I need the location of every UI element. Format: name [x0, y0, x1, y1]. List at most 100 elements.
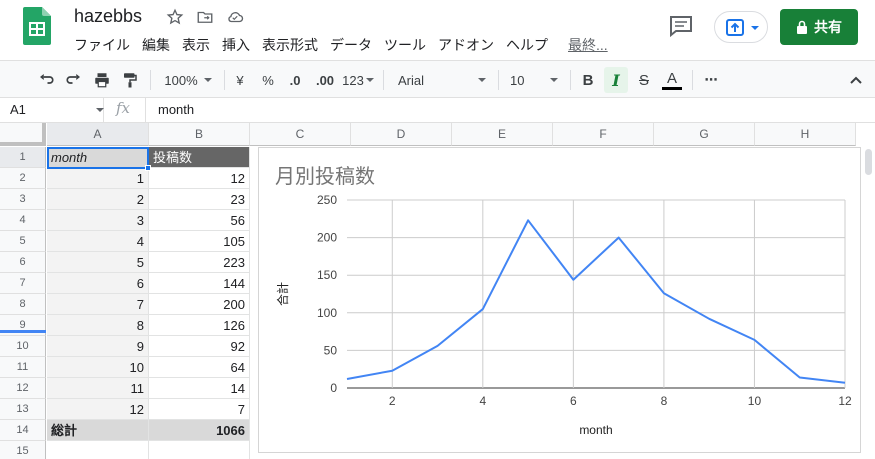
cell-a10[interactable]: 9	[47, 336, 149, 357]
frozen-row-divider[interactable]	[0, 330, 46, 333]
menu-edit[interactable]: 編集	[136, 35, 176, 55]
row-header-11[interactable]: 11	[0, 357, 46, 378]
cell-b8[interactable]: 200	[149, 294, 250, 315]
cloud-saved-icon[interactable]	[226, 8, 244, 26]
row-header-13[interactable]: 13	[0, 399, 46, 420]
row-header-1[interactable]: 1	[0, 147, 46, 168]
menu-view[interactable]: 表示	[176, 35, 216, 55]
cell-a15[interactable]	[47, 441, 149, 459]
row-header-3[interactable]: 3	[0, 189, 46, 210]
column-header-h[interactable]: H	[755, 123, 856, 146]
cell-b3[interactable]: 23	[149, 189, 250, 210]
move-folder-icon[interactable]	[196, 8, 214, 26]
cell-a9[interactable]: 8	[47, 315, 149, 336]
cell-a11[interactable]: 10	[47, 357, 149, 378]
font-family-select[interactable]: Arial	[392, 67, 492, 93]
sheets-logo-icon[interactable]	[23, 7, 51, 45]
share-button[interactable]: 共有	[780, 9, 858, 45]
formula-input[interactable]: month	[145, 98, 875, 122]
last-edit-link[interactable]: 最終...	[554, 35, 614, 55]
menu-format[interactable]: 表示形式	[256, 35, 324, 55]
zoom-select[interactable]: 100%	[158, 67, 218, 93]
menu-insert[interactable]: 挿入	[216, 35, 256, 55]
column-header-c[interactable]: C	[250, 123, 351, 146]
column-header-d[interactable]: D	[351, 123, 452, 146]
cell-a2[interactable]: 1	[47, 168, 149, 189]
row-header-6[interactable]: 6	[0, 252, 46, 273]
row-header-2[interactable]: 2	[0, 168, 46, 189]
menu-tools[interactable]: ツール	[378, 35, 432, 55]
cell-a14[interactable]: 総計	[47, 420, 149, 441]
percent-format-button[interactable]: %	[258, 67, 278, 93]
column-header-f[interactable]: F	[553, 123, 654, 146]
cell-b12[interactable]: 14	[149, 378, 250, 399]
increase-decimal-button[interactable]: .00	[310, 67, 340, 93]
decrease-decimal-button[interactable]: .0	[282, 67, 308, 93]
cell-b14[interactable]: 1066	[149, 420, 250, 441]
column-header-e[interactable]: E	[452, 123, 553, 146]
cell-b2[interactable]: 12	[149, 168, 250, 189]
cell-a6[interactable]: 5	[47, 252, 149, 273]
scrollbar-thumb[interactable]	[865, 149, 872, 175]
row-header-7[interactable]: 7	[0, 273, 46, 294]
document-title[interactable]: hazebbs	[74, 6, 142, 27]
cell-a12[interactable]: 11	[47, 378, 149, 399]
cell-a3[interactable]: 2	[47, 189, 149, 210]
row-header-12[interactable]: 12	[0, 378, 46, 399]
strikethrough-button[interactable]: S	[632, 67, 656, 93]
cell-b5[interactable]: 105	[149, 231, 250, 252]
paint-format-icon[interactable]	[118, 67, 142, 93]
row-header-4[interactable]: 4	[0, 210, 46, 231]
cell-b15[interactable]	[149, 441, 250, 459]
cell-a7[interactable]: 6	[47, 273, 149, 294]
comment-history-icon[interactable]	[668, 14, 694, 38]
cell-a8[interactable]: 7	[47, 294, 149, 315]
more-options-icon[interactable]: ⋯	[700, 67, 722, 93]
row-header-14[interactable]: 14	[0, 420, 46, 441]
undo-icon[interactable]	[34, 67, 58, 93]
font-size-select[interactable]: 10	[504, 67, 564, 93]
cell-a13[interactable]: 12	[47, 399, 149, 420]
fill-handle[interactable]	[145, 165, 151, 171]
redo-icon[interactable]	[62, 67, 86, 93]
toolbar: 100% ¥ % .0 .00 123 Arial 10 B I S A ⋯	[0, 60, 875, 98]
cell-a4[interactable]: 3	[47, 210, 149, 231]
menu-help[interactable]: ヘルプ	[500, 35, 554, 55]
currency-format-button[interactable]: ¥	[230, 67, 250, 93]
italic-button[interactable]: I	[604, 67, 628, 93]
y-tick-label: 150	[317, 268, 337, 282]
menu-data[interactable]: データ	[324, 35, 378, 55]
row-header-10[interactable]: 10	[0, 336, 46, 357]
cell-a1[interactable]: month	[47, 147, 149, 168]
y-tick-label: 0	[330, 381, 337, 395]
line-chart[interactable]: 月別投稿数 0 50 100 150 200 250 2 4 6 8 10 12 month 合計	[258, 147, 861, 453]
cell-b1[interactable]: 投稿数	[149, 147, 250, 168]
cell-b9[interactable]: 126	[149, 315, 250, 336]
print-icon[interactable]	[90, 67, 114, 93]
star-icon[interactable]	[166, 8, 184, 26]
column-header-a[interactable]: A	[47, 123, 149, 146]
more-formats-select[interactable]: 123	[340, 67, 376, 93]
row-header-15[interactable]: 15	[0, 441, 46, 459]
cell-a5[interactable]: 4	[47, 231, 149, 252]
row-header-8[interactable]: 8	[0, 294, 46, 315]
menu-file[interactable]: ファイル	[68, 35, 136, 55]
cell-b7[interactable]: 144	[149, 273, 250, 294]
name-box[interactable]: A1	[0, 98, 104, 122]
cell-b13[interactable]: 7	[149, 399, 250, 420]
cell-b10[interactable]: 92	[149, 336, 250, 357]
cell-b11[interactable]: 64	[149, 357, 250, 378]
cell-b6[interactable]: 223	[149, 252, 250, 273]
present-button[interactable]	[714, 11, 768, 43]
menu-addons[interactable]: アドオン	[432, 35, 500, 55]
collapse-chevron-icon[interactable]	[845, 67, 867, 93]
column-header-b[interactable]: B	[149, 123, 250, 146]
bold-button[interactable]: B	[576, 67, 600, 93]
select-all-corner[interactable]	[0, 123, 46, 146]
vertical-scrollbar[interactable]	[862, 147, 875, 459]
x-tick-label: 10	[748, 394, 762, 408]
text-color-button[interactable]: A	[660, 67, 684, 93]
cell-b4[interactable]: 56	[149, 210, 250, 231]
column-header-g[interactable]: G	[654, 123, 755, 146]
row-header-5[interactable]: 5	[0, 231, 46, 252]
